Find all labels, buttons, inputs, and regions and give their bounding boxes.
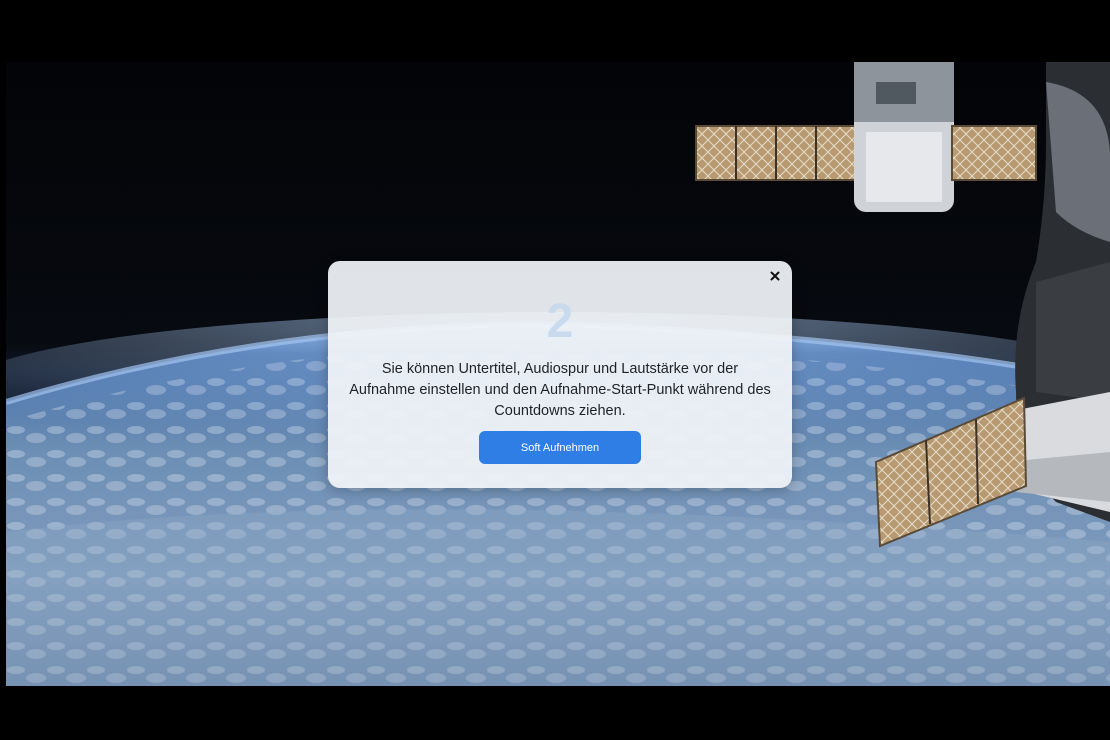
countdown-dialog: 2 Sie können Untertitel, Audiospur und L…: [328, 261, 792, 488]
letterbox-top: [0, 0, 1110, 62]
countdown-number: 2: [546, 295, 574, 348]
close-button[interactable]: [766, 267, 784, 285]
video-player-screen: 2 Sie können Untertitel, Audiospur und L…: [0, 0, 1110, 740]
letterbox-bottom: [0, 686, 1110, 740]
close-icon: [770, 271, 780, 281]
record-button[interactable]: Soft Aufnehmen: [479, 431, 641, 464]
dialog-message: Sie können Untertitel, Audiospur und Lau…: [349, 361, 771, 419]
